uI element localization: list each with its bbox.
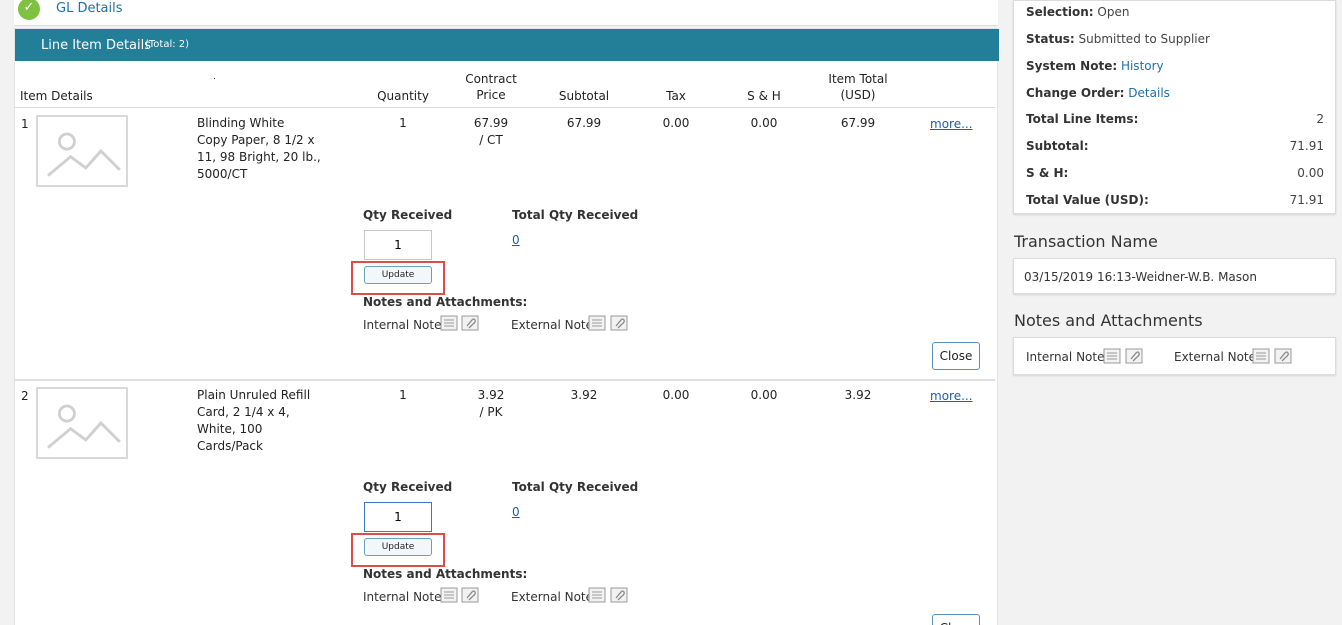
table-row: 1 Blinding White Copy Paper, 8 1/2 x 11,… bbox=[15, 108, 999, 380]
item-price: 67.99 / CT bbox=[473, 116, 509, 147]
close-button[interactable]: Close bbox=[932, 342, 980, 370]
item-quantity: 1 bbox=[399, 116, 407, 130]
external-note-label: External Note bbox=[511, 318, 594, 332]
paperclip-icon[interactable] bbox=[1274, 348, 1292, 364]
item-subtotal: 3.92 bbox=[570, 388, 598, 402]
internal-note-label: Internal Note bbox=[1026, 350, 1105, 364]
total-qty-received-label: Total Qty Received bbox=[512, 208, 639, 222]
panel-header: Line Item Details (Total: 2) bbox=[15, 29, 999, 61]
summary-subtotal: Subtotal: 71.91 bbox=[1026, 139, 1324, 153]
col-quantity: Quantity bbox=[377, 89, 429, 103]
paperclip-icon[interactable] bbox=[461, 587, 479, 603]
paperclip-icon[interactable] bbox=[461, 315, 479, 331]
item-sh: 0.00 bbox=[750, 388, 778, 402]
item-total: 3.92 bbox=[844, 388, 872, 402]
external-note-label: External Note bbox=[511, 590, 594, 604]
panel-title: Line Item Details bbox=[41, 38, 152, 53]
col-subtotal: Subtotal bbox=[558, 89, 610, 103]
total-qty-received-link[interactable]: 0 bbox=[512, 504, 520, 521]
gl-details-title[interactable]: GL Details bbox=[56, 1, 123, 16]
notes-attachments-label: Notes and Attachments: bbox=[363, 295, 528, 309]
image-placeholder-icon bbox=[36, 387, 128, 459]
image-placeholder-icon bbox=[36, 115, 128, 187]
gl-details-bar[interactable]: ✓ GL Details bbox=[14, 0, 998, 26]
col-item-details: Item Details bbox=[20, 89, 93, 103]
summary-change-order: Change Order: Details bbox=[1026, 86, 1170, 100]
summary-total-value: Total Value (USD): 71.91 bbox=[1026, 193, 1324, 207]
item-sh: 0.00 bbox=[750, 116, 778, 130]
panel-total: (Total: 2) bbox=[145, 39, 190, 50]
notes-attachments-title: Notes and Attachments bbox=[1014, 311, 1203, 330]
item-tax: 0.00 bbox=[662, 388, 690, 402]
note-icon[interactable] bbox=[588, 587, 606, 603]
history-link[interactable]: History bbox=[1121, 59, 1164, 73]
external-note-label: External Note bbox=[1174, 350, 1257, 364]
item-description: Plain Unruled Refill Card, 2 1/4 x 4, Wh… bbox=[197, 388, 311, 453]
total-qty-received-label: Total Qty Received bbox=[512, 480, 639, 494]
left-pane: ✓ GL Details Line Item Details (Total: 2… bbox=[0, 0, 1000, 625]
transaction-name-box: 03/15/2019 16:13-Weidner-W.B. Mason bbox=[1013, 258, 1336, 294]
item-subtotal: 67.99 bbox=[566, 116, 602, 130]
update-button[interactable]: Update bbox=[364, 538, 432, 556]
note-icon[interactable] bbox=[440, 315, 458, 331]
update-button[interactable]: Update bbox=[364, 266, 432, 284]
summary-sh: S & H: 0.00 bbox=[1026, 166, 1324, 180]
col-sh: S & H bbox=[747, 89, 781, 103]
col-dot: . bbox=[213, 72, 216, 82]
internal-note-label: Internal Note bbox=[363, 590, 442, 604]
table-row: 2 Plain Unruled Refill Card, 2 1/4 x 4, … bbox=[15, 380, 999, 625]
item-price: 3.92 / PK bbox=[477, 388, 505, 419]
item-description: Blinding White Copy Paper, 8 1/2 x 11, 9… bbox=[197, 116, 321, 181]
note-icon[interactable] bbox=[1103, 348, 1121, 364]
more-link[interactable]: more... bbox=[930, 116, 973, 133]
check-icon: ✓ bbox=[18, 0, 40, 20]
note-icon[interactable] bbox=[440, 587, 458, 603]
qty-received-input[interactable] bbox=[364, 230, 432, 260]
transaction-name-title: Transaction Name bbox=[1014, 232, 1158, 251]
item-total: 67.99 bbox=[840, 116, 876, 130]
summary-total-line-items: Total Line Items: 2 bbox=[1026, 112, 1324, 126]
qty-received-label: Qty Received bbox=[363, 208, 453, 222]
summary-status: Status: Submitted to Supplier bbox=[1026, 32, 1210, 46]
order-summary: Selection: Open Status: Submitted to Sup… bbox=[1013, 0, 1336, 214]
qty-received-label: Qty Received bbox=[363, 480, 453, 494]
notes-attachments-label: Notes and Attachments: bbox=[363, 567, 528, 581]
col-tax: Tax bbox=[666, 89, 686, 103]
qty-received-input[interactable] bbox=[364, 502, 432, 532]
item-quantity: 1 bbox=[399, 388, 407, 402]
internal-note-label: Internal Note bbox=[363, 318, 442, 332]
summary-selection: Selection: Open bbox=[1026, 5, 1130, 19]
paperclip-icon[interactable] bbox=[1125, 348, 1143, 364]
item-tax: 0.00 bbox=[662, 116, 690, 130]
note-icon[interactable] bbox=[588, 315, 606, 331]
line-item-panel: Line Item Details (Total: 2) Item Detail… bbox=[14, 28, 999, 625]
total-qty-received-link[interactable]: 0 bbox=[512, 232, 520, 249]
transaction-name-value: 03/15/2019 16:13-Weidner-W.B. Mason bbox=[1024, 270, 1257, 284]
paperclip-icon[interactable] bbox=[610, 587, 628, 603]
row-number: 1 bbox=[21, 117, 29, 131]
notes-attachments-box: Internal Note External Note bbox=[1013, 337, 1336, 375]
col-contract-price: Contract Price bbox=[465, 72, 517, 102]
close-button[interactable]: Close bbox=[932, 614, 980, 625]
details-link[interactable]: Details bbox=[1128, 86, 1170, 100]
more-link[interactable]: more... bbox=[930, 388, 973, 405]
note-icon[interactable] bbox=[1252, 348, 1270, 364]
row-number: 2 bbox=[21, 389, 29, 403]
col-item-total: Item Total (USD) bbox=[828, 72, 888, 102]
summary-system-note: System Note: History bbox=[1026, 59, 1164, 73]
paperclip-icon[interactable] bbox=[610, 315, 628, 331]
